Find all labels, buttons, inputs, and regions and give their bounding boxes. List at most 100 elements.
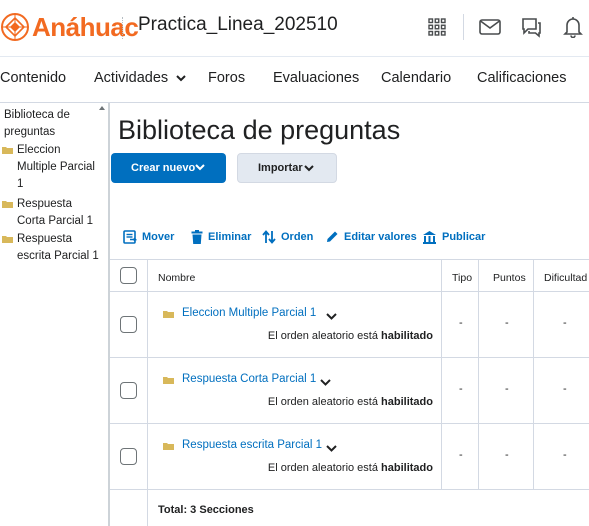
header-name[interactable]: Nombre [158, 272, 195, 284]
create-new-button[interactable]: Crear nuevo [111, 153, 226, 183]
status-value: habilitado [381, 396, 433, 408]
row-checkbox[interactable] [120, 448, 137, 465]
folder-icon [163, 377, 174, 384]
total-spacer-cell [110, 490, 148, 526]
difficulty-value: - [563, 383, 567, 395]
tree-item-respuesta-corta[interactable]: Respuesta Corta Parcial 1 [17, 196, 93, 230]
app-grid-icon[interactable] [424, 14, 450, 40]
row-difficulty-cell: - [534, 292, 589, 357]
section-link[interactable]: Respuesta Corta Parcial 1 [182, 373, 316, 385]
points-value: - [505, 317, 509, 329]
status-value: habilitado [381, 330, 433, 342]
type-value: - [459, 317, 463, 329]
chevron-down-icon[interactable] [326, 445, 337, 452]
row-difficulty-cell: - [534, 424, 589, 489]
select-all-checkbox[interactable] [120, 267, 137, 284]
header-difficulty-cell: Dificultad [534, 260, 589, 291]
row-points-cell: - [479, 292, 534, 357]
header-name-cell: Nombre [148, 260, 442, 291]
move-button[interactable]: Mover [123, 230, 174, 244]
course-title[interactable]: Practica_Linea_202510 [138, 14, 338, 36]
tree-item-respuesta-escrita[interactable]: Respuesta escrita Parcial 1 [17, 231, 99, 265]
nav-contenido[interactable]: Contenido [0, 70, 66, 86]
status-prefix: El orden aleatorio está [267, 396, 378, 408]
delete-label: Eliminar [208, 231, 252, 243]
edit-values-button[interactable]: Editar valores [325, 230, 417, 244]
row-type-cell: - [442, 292, 479, 357]
page-title: Biblioteca de preguntas [118, 115, 401, 145]
header-points-cell: Puntos [479, 260, 534, 291]
delete-button[interactable]: Eliminar [191, 230, 251, 244]
row-select-cell [110, 358, 148, 423]
folder-icon [2, 147, 13, 154]
tree-root-question-library[interactable]: Biblioteca de preguntas [4, 107, 70, 141]
table-header-row: Nombre Tipo Puntos Dificultad [110, 259, 589, 292]
random-order-status: El orden aleatorio está habilitado [268, 462, 433, 474]
sort-icon [262, 230, 276, 244]
header-type-cell: Tipo [442, 260, 479, 291]
nav-calificaciones[interactable]: Calificaciones [477, 70, 566, 86]
header-difficulty[interactable]: Dificultad [544, 272, 587, 284]
chevron-down-icon [195, 164, 205, 171]
course-nav: Contenido Actividades Foros Evaluaciones… [0, 57, 589, 103]
section-link[interactable]: Eleccion Multiple Parcial 1 [182, 307, 316, 319]
random-order-status: El orden aleatorio está habilitado [268, 330, 433, 342]
scroll-up-icon[interactable] [99, 106, 105, 110]
table-row: Eleccion Multiple Parcial 1 El orden ale… [110, 292, 589, 358]
row-points-cell: - [479, 358, 534, 423]
order-button[interactable]: Orden [262, 230, 313, 244]
header-divider [122, 17, 123, 39]
points-value: - [505, 383, 509, 395]
logo-mark-icon [0, 12, 30, 42]
tree-item-line: Corta Parcial 1 [17, 215, 94, 227]
create-new-label: Crear nuevo [131, 162, 196, 174]
nav-calendario[interactable]: Calendario [381, 70, 451, 86]
row-points-cell: - [479, 424, 534, 489]
chevron-down-icon [304, 165, 314, 172]
table-total-row: Total: 3 Secciones [110, 490, 589, 526]
anahuac-logo[interactable]: Anáhuac [0, 10, 139, 44]
trash-icon [191, 230, 203, 244]
nav-foros[interactable]: Foros [208, 70, 245, 86]
row-select-cell [110, 292, 148, 357]
difficulty-value: - [563, 317, 567, 329]
row-checkbox[interactable] [120, 316, 137, 333]
chevron-down-icon[interactable] [326, 313, 337, 320]
order-label: Orden [281, 231, 314, 243]
folder-icon [163, 443, 174, 450]
mail-icon[interactable] [477, 14, 503, 40]
nav-evaluaciones[interactable]: Evaluaciones [273, 70, 359, 86]
status-prefix: El orden aleatorio está [267, 330, 378, 342]
row-type-cell: - [442, 358, 479, 423]
folder-icon [2, 236, 13, 243]
row-type-cell: - [442, 424, 479, 489]
row-checkbox[interactable] [120, 382, 137, 399]
tree-item-line: Multiple Parcial [17, 161, 95, 173]
top-bar: Anáhuac Practica_Linea_202510 [0, 0, 589, 57]
folder-icon [163, 311, 174, 318]
section-link[interactable]: Respuesta escrita Parcial 1 [182, 439, 322, 451]
chevron-down-icon [176, 74, 186, 82]
bell-icon[interactable] [560, 14, 586, 40]
table-row: Respuesta Corta Parcial 1 El orden aleat… [110, 358, 589, 424]
tree-item-line: Respuesta [17, 233, 72, 245]
import-button[interactable]: Importar [237, 153, 337, 183]
edit-values-label: Editar valores [344, 231, 417, 243]
chevron-down-icon[interactable] [320, 379, 331, 386]
nav-actividades[interactable]: Actividades [94, 70, 186, 86]
move-label: Mover [142, 231, 175, 243]
table-row: Respuesta escrita Parcial 1 El orden ale… [110, 424, 589, 490]
random-order-status: El orden aleatorio está habilitado [268, 396, 433, 408]
sidebar-scrollbar[interactable] [96, 103, 108, 526]
header-type[interactable]: Tipo [452, 272, 472, 284]
header-select-cell [110, 260, 148, 291]
header-points[interactable]: Puntos [493, 272, 526, 284]
import-label: Importar [258, 162, 303, 174]
row-select-cell [110, 424, 148, 489]
status-prefix: El orden aleatorio está [267, 462, 378, 474]
status-value: habilitado [381, 462, 433, 474]
tree-item-eleccion-multiple[interactable]: Eleccion Multiple Parcial 1 [17, 142, 95, 193]
folder-icon [2, 201, 13, 208]
publish-button[interactable]: Publicar [422, 230, 485, 244]
chat-icon[interactable] [518, 14, 544, 40]
